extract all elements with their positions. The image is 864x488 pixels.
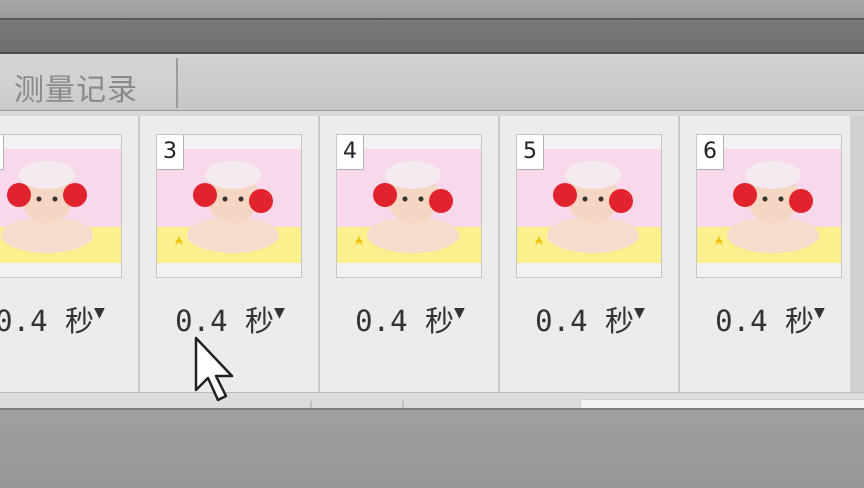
bottom-area (0, 408, 864, 488)
frame-6[interactable]: 6 0.4 秒▼ (680, 116, 860, 394)
frame-thumbnail[interactable]: 3 (156, 134, 302, 278)
window-top-strip (0, 0, 864, 18)
frame-number: 2 (0, 135, 4, 170)
tab-row: 测量记录 (0, 54, 864, 111)
frame-number: 4 (337, 135, 364, 170)
frame-delay[interactable]: 0.4 秒▼ (500, 298, 680, 340)
triangle-down-icon[interactable]: ▼ (274, 302, 285, 323)
frame-delay-value: 0.4 秒 (355, 304, 454, 338)
triangle-down-icon[interactable]: ▼ (94, 302, 105, 323)
frame-thumbnail[interactable]: 2 (0, 134, 122, 278)
frame-4[interactable]: 4 0.4 秒▼ (320, 116, 500, 394)
frame-delay[interactable]: 0.4 秒▼ (680, 298, 860, 340)
frame-delay-value: 0.4 秒 (175, 304, 274, 338)
panel-title-bar[interactable] (0, 18, 864, 54)
frame-thumbnail[interactable]: 4 (336, 134, 482, 278)
triangle-down-icon[interactable]: ▼ (454, 302, 465, 323)
frame-thumbnail[interactable]: 6 (696, 134, 842, 278)
frame-delay-value: 0.4 秒 (535, 304, 634, 338)
baby-photo-thumbnail (0, 135, 121, 277)
tab-measurement-log[interactable]: 测量记录 (0, 58, 178, 108)
vertical-scrollbar[interactable] (850, 116, 864, 394)
frame-2[interactable]: 2 0.4 秒▼ (0, 116, 140, 394)
frame-number: 6 (697, 135, 724, 170)
animation-panel: 测量记录 2 0.4 秒▼ (0, 54, 864, 459)
tab-label: 测量记录 (14, 73, 138, 108)
mouse-cursor-icon (194, 336, 234, 402)
frame-number: 5 (517, 135, 544, 170)
triangle-down-icon[interactable]: ▼ (814, 302, 825, 323)
frame-delay-value: 0.4 秒 (715, 304, 814, 338)
frame-strip: 2 0.4 秒▼ 3 (0, 116, 864, 394)
triangle-down-icon[interactable]: ▼ (634, 302, 645, 323)
frame-5[interactable]: 5 0.4 秒▼ (500, 116, 680, 394)
frame-delay-value: 0.4 秒 (0, 304, 94, 338)
frame-thumbnail[interactable]: 5 (516, 134, 662, 278)
frame-delay[interactable]: 0.4 秒▼ (140, 298, 320, 340)
frame-number: 3 (157, 135, 184, 170)
frame-delay[interactable]: 0.4 秒▼ (0, 298, 140, 340)
frame-delay[interactable]: 0.4 秒▼ (320, 298, 500, 340)
